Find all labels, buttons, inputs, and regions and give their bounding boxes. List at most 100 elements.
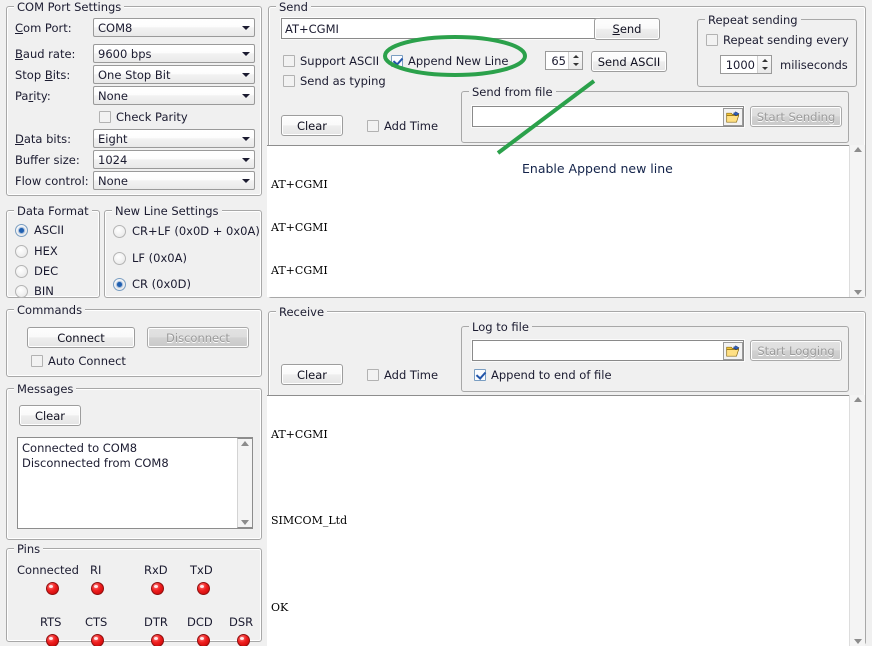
spinner-buttons[interactable] xyxy=(568,52,582,69)
log-to-file-group: Log to file Start Logging Append to end … xyxy=(461,326,849,392)
receive-clear-label: Clear xyxy=(297,368,327,382)
radio-newline-lf[interactable]: LF (0x0A) xyxy=(113,251,187,265)
radio-data-format-ascii[interactable]: ASCII xyxy=(15,223,64,237)
chevron-down-icon[interactable] xyxy=(237,19,254,36)
disconnect-button[interactable]: Disconnect xyxy=(147,327,249,348)
receive-log[interactable]: AT+CGMI SIMCOM_Ltd OK AT+CGMI SIMCOM_Ltd… xyxy=(267,395,849,646)
messages-scrollbar[interactable] xyxy=(237,438,253,528)
send-as-typing-label: Send as typing xyxy=(300,74,386,88)
radio-label: ASCII xyxy=(34,223,64,237)
send-clear-label: Clear xyxy=(297,119,327,133)
spinner-buttons[interactable] xyxy=(757,56,771,73)
data-bits-combo[interactable]: Eight xyxy=(93,129,255,148)
append-new-line-label: Append New Line xyxy=(408,54,509,68)
repeat-sending-caption: Repeat sending xyxy=(705,13,801,27)
triangle-down-icon[interactable] xyxy=(854,639,862,644)
spinner-up-icon[interactable] xyxy=(569,52,582,61)
flow-control-combo[interactable]: None xyxy=(93,171,255,190)
open-folder-icon[interactable] xyxy=(723,342,743,360)
radio-data-format-bin[interactable]: BIN xyxy=(15,284,54,298)
checkbox-box xyxy=(367,369,379,381)
checkbox-box xyxy=(283,75,295,87)
radio-dot xyxy=(15,265,28,278)
label-com-port: Com Port: xyxy=(15,21,72,35)
append-to-end-of-file-checkbox[interactable]: Append to end of file xyxy=(474,368,612,382)
support-ascii-checkbox[interactable]: Support ASCII xyxy=(283,54,379,68)
send-log-scrollbar[interactable] xyxy=(849,145,865,297)
chevron-down-icon[interactable] xyxy=(237,130,254,147)
pin-label-txd: TxD xyxy=(190,563,213,577)
pin-led-dsr xyxy=(237,634,250,646)
pins-caption: Pins xyxy=(14,542,43,556)
chevron-down-icon[interactable] xyxy=(237,87,254,104)
send-log-line: AT+CGMI xyxy=(271,178,849,192)
chevron-down-icon[interactable] xyxy=(237,151,254,168)
receive-clear-button[interactable]: Clear xyxy=(281,364,343,385)
start-sending-label: Start Sending xyxy=(757,110,836,124)
receive-log-line: SIMCOM_Ltd xyxy=(271,514,849,528)
radio-newline-cr[interactable]: CR (0x0D) xyxy=(113,277,191,291)
chevron-down-icon[interactable] xyxy=(237,66,254,83)
receive-add-time-checkbox[interactable]: Add Time xyxy=(367,368,438,382)
send-file-path-input[interactable] xyxy=(472,106,744,127)
stop-bits-combo[interactable]: One Stop Bit xyxy=(93,65,255,84)
receive-log-scrollbar[interactable] xyxy=(849,395,865,646)
log-file-path-input[interactable] xyxy=(472,340,744,361)
pin-label-connected: Connected xyxy=(17,563,79,577)
stop-bits-value: One Stop Bit xyxy=(98,68,237,82)
support-ascii-label: Support ASCII xyxy=(300,54,379,68)
messages-clear-button[interactable]: Clear xyxy=(19,405,81,426)
append-to-end-of-file-label: Append to end of file xyxy=(491,368,612,382)
triangle-up-icon[interactable] xyxy=(854,147,862,152)
messages-list[interactable]: Connected to COM8 Disconnected from COM8 xyxy=(17,437,253,529)
pin-led-txd xyxy=(197,582,210,595)
send-button[interactable]: Send xyxy=(594,18,660,40)
pins-group: Pins Connected RI RxD TxD RTS CTS DTR DC… xyxy=(6,548,262,642)
open-folder-icon[interactable] xyxy=(723,108,743,126)
receive-log-line: OK xyxy=(271,601,849,615)
start-sending-button[interactable]: Start Sending xyxy=(750,106,842,127)
com-port-combo[interactable]: COM8 xyxy=(93,18,255,37)
auto-connect-checkbox[interactable]: Auto Connect xyxy=(31,354,126,368)
radio-data-format-hex[interactable]: HEX xyxy=(15,244,58,258)
send-as-typing-checkbox[interactable]: Send as typing xyxy=(283,74,386,88)
radio-newline-crlf[interactable]: CR+LF (0x0D + 0x0A) xyxy=(113,224,260,238)
ascii-code-spinner[interactable]: 65 xyxy=(545,51,583,70)
append-new-line-checkbox[interactable]: Append New Line xyxy=(391,54,509,68)
spinner-down-icon[interactable] xyxy=(758,65,771,74)
parity-combo[interactable]: None xyxy=(93,86,255,105)
triangle-down-icon[interactable] xyxy=(854,290,862,295)
check-parity-label: Check Parity xyxy=(116,110,188,124)
spinner-up-icon[interactable] xyxy=(758,56,771,65)
radio-label: LF (0x0A) xyxy=(132,251,187,265)
checkbox-box xyxy=(706,34,718,46)
send-input[interactable]: AT+CGMI xyxy=(281,18,599,39)
connect-button[interactable]: Connect xyxy=(27,327,135,348)
pin-led-ri xyxy=(91,582,104,595)
triangle-up-icon[interactable] xyxy=(854,397,862,402)
radio-dot xyxy=(15,224,28,237)
send-add-time-checkbox[interactable]: Add Time xyxy=(367,119,438,133)
buffer-size-combo[interactable]: 1024 xyxy=(93,150,255,169)
send-log-line: AT+CGMI xyxy=(271,221,849,235)
check-parity-checkbox[interactable]: Check Parity xyxy=(99,110,188,124)
chevron-down-icon[interactable] xyxy=(237,45,254,62)
checkbox-box xyxy=(283,55,295,67)
receive-add-time-label: Add Time xyxy=(384,368,438,382)
repeat-interval-spinner[interactable]: 1000 xyxy=(720,55,772,74)
send-from-file-group: Send from file Start Sending xyxy=(461,91,849,143)
chevron-down-icon[interactable] xyxy=(237,172,254,189)
pin-led-connected xyxy=(46,582,59,595)
triangle-down-icon[interactable] xyxy=(241,520,249,525)
triangle-up-icon[interactable] xyxy=(241,441,249,446)
baud-rate-combo[interactable]: 9600 bps xyxy=(93,44,255,63)
send-clear-button[interactable]: Clear xyxy=(281,115,343,136)
send-ascii-button[interactable]: Send ASCII xyxy=(591,51,667,72)
spinner-down-icon[interactable] xyxy=(569,61,582,70)
radio-data-format-dec[interactable]: DEC xyxy=(15,264,58,278)
connect-button-label: Connect xyxy=(57,331,105,345)
send-from-file-caption: Send from file xyxy=(469,85,556,99)
start-logging-button[interactable]: Start Logging xyxy=(750,340,842,361)
repeat-sending-checkbox[interactable]: Repeat sending every xyxy=(706,33,849,47)
pin-led-dtr xyxy=(151,634,164,646)
